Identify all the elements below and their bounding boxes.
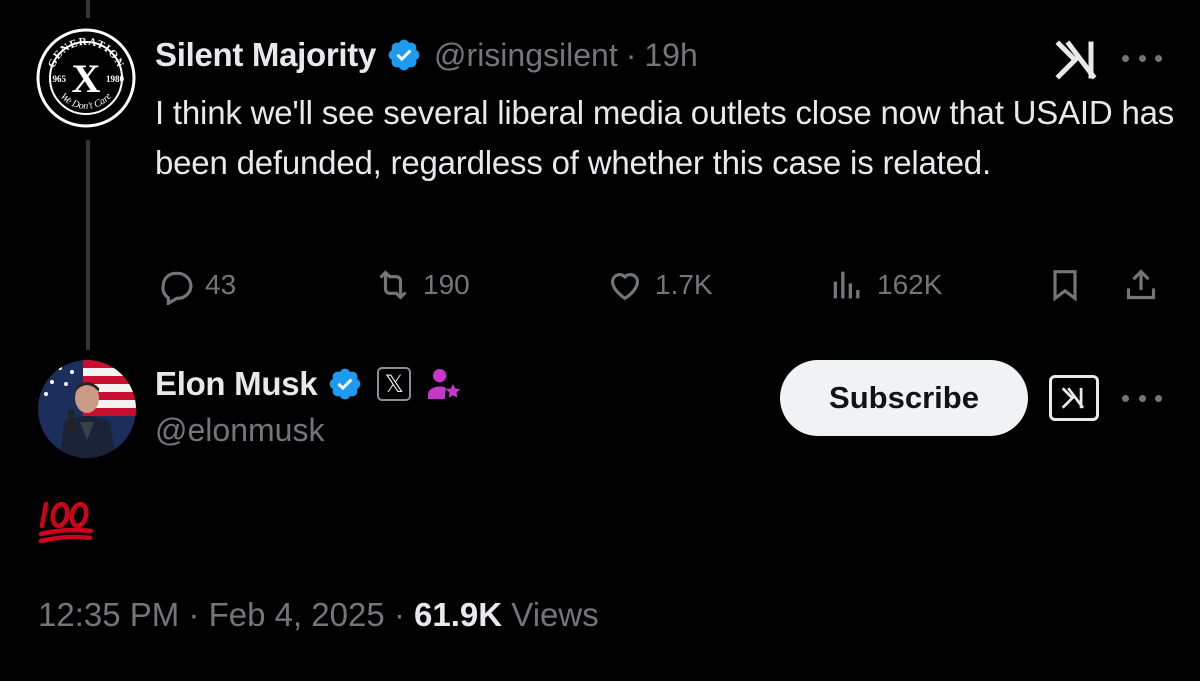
repost-button[interactable]: 190 [373, 260, 470, 310]
views-button[interactable]: 162K [827, 260, 942, 310]
tweet1-header: Silent Majority @risingsilent · 19h [155, 36, 698, 74]
hundred-points-emoji [38, 501, 94, 544]
share-button[interactable] [1121, 260, 1161, 310]
like-icon [610, 273, 640, 301]
timestamp[interactable]: 12:35 PM · Feb 4, 2025 · [38, 596, 414, 633]
thread-line [86, 140, 90, 350]
thread-line-top [86, 0, 90, 18]
x-affiliate-icon[interactable]: 𝕏 [377, 367, 412, 401]
reply-button[interactable]: 43 [155, 260, 236, 310]
more-options-button[interactable] [1122, 388, 1162, 408]
repost-icon [379, 270, 407, 300]
grok-icon[interactable] [1055, 38, 1101, 82]
views-icon [833, 271, 860, 299]
bookmark-icon [1053, 270, 1077, 302]
like-count: 1.7K [655, 269, 713, 300]
verified-icon [329, 368, 361, 400]
subscribe-button[interactable]: Subscribe [780, 360, 1028, 436]
views-label: Views [502, 596, 599, 633]
action-bar: 43 190 1.7K 162K [155, 260, 1165, 310]
subscriber-icon [428, 369, 461, 399]
like-button[interactable]: 1.7K [605, 260, 713, 310]
avatar-left-year: 1965 [48, 74, 67, 84]
avatar-center-text: X [72, 56, 101, 101]
handle[interactable]: @elonmusk [155, 412, 324, 449]
display-name[interactable]: Elon Musk [155, 365, 318, 403]
avatar-right-year: 1980 [106, 74, 125, 84]
share-icon [1126, 269, 1156, 300]
views-count: 162K [877, 269, 943, 300]
tweet-time[interactable]: 19h [644, 37, 697, 74]
grok-icon [1061, 387, 1085, 409]
reply-icon [161, 271, 193, 305]
repost-count: 190 [423, 269, 470, 300]
tweet2-header: Elon Musk 𝕏 [155, 364, 463, 404]
avatar-elon-musk[interactable] [38, 360, 136, 458]
display-name[interactable]: Silent Majority [155, 36, 376, 74]
views-total: 61.9K [414, 596, 503, 633]
bookmark-button[interactable] [1045, 260, 1085, 310]
reply-count: 43 [205, 269, 237, 300]
separator-dot: · [625, 36, 637, 73]
verified-icon [388, 39, 420, 71]
handle[interactable]: @risingsilent [434, 37, 618, 74]
avatar-silent-majority[interactable]: GENERATION We Don't Care X 1965 1980 [36, 28, 136, 128]
tweet-text: I think we'll see several liberal media … [155, 94, 1175, 181]
grok-button[interactable] [1049, 375, 1099, 421]
tweet-meta: 12:35 PM · Feb 4, 2025 · 61.9K Views [38, 596, 599, 634]
more-options-button[interactable] [1122, 48, 1162, 68]
